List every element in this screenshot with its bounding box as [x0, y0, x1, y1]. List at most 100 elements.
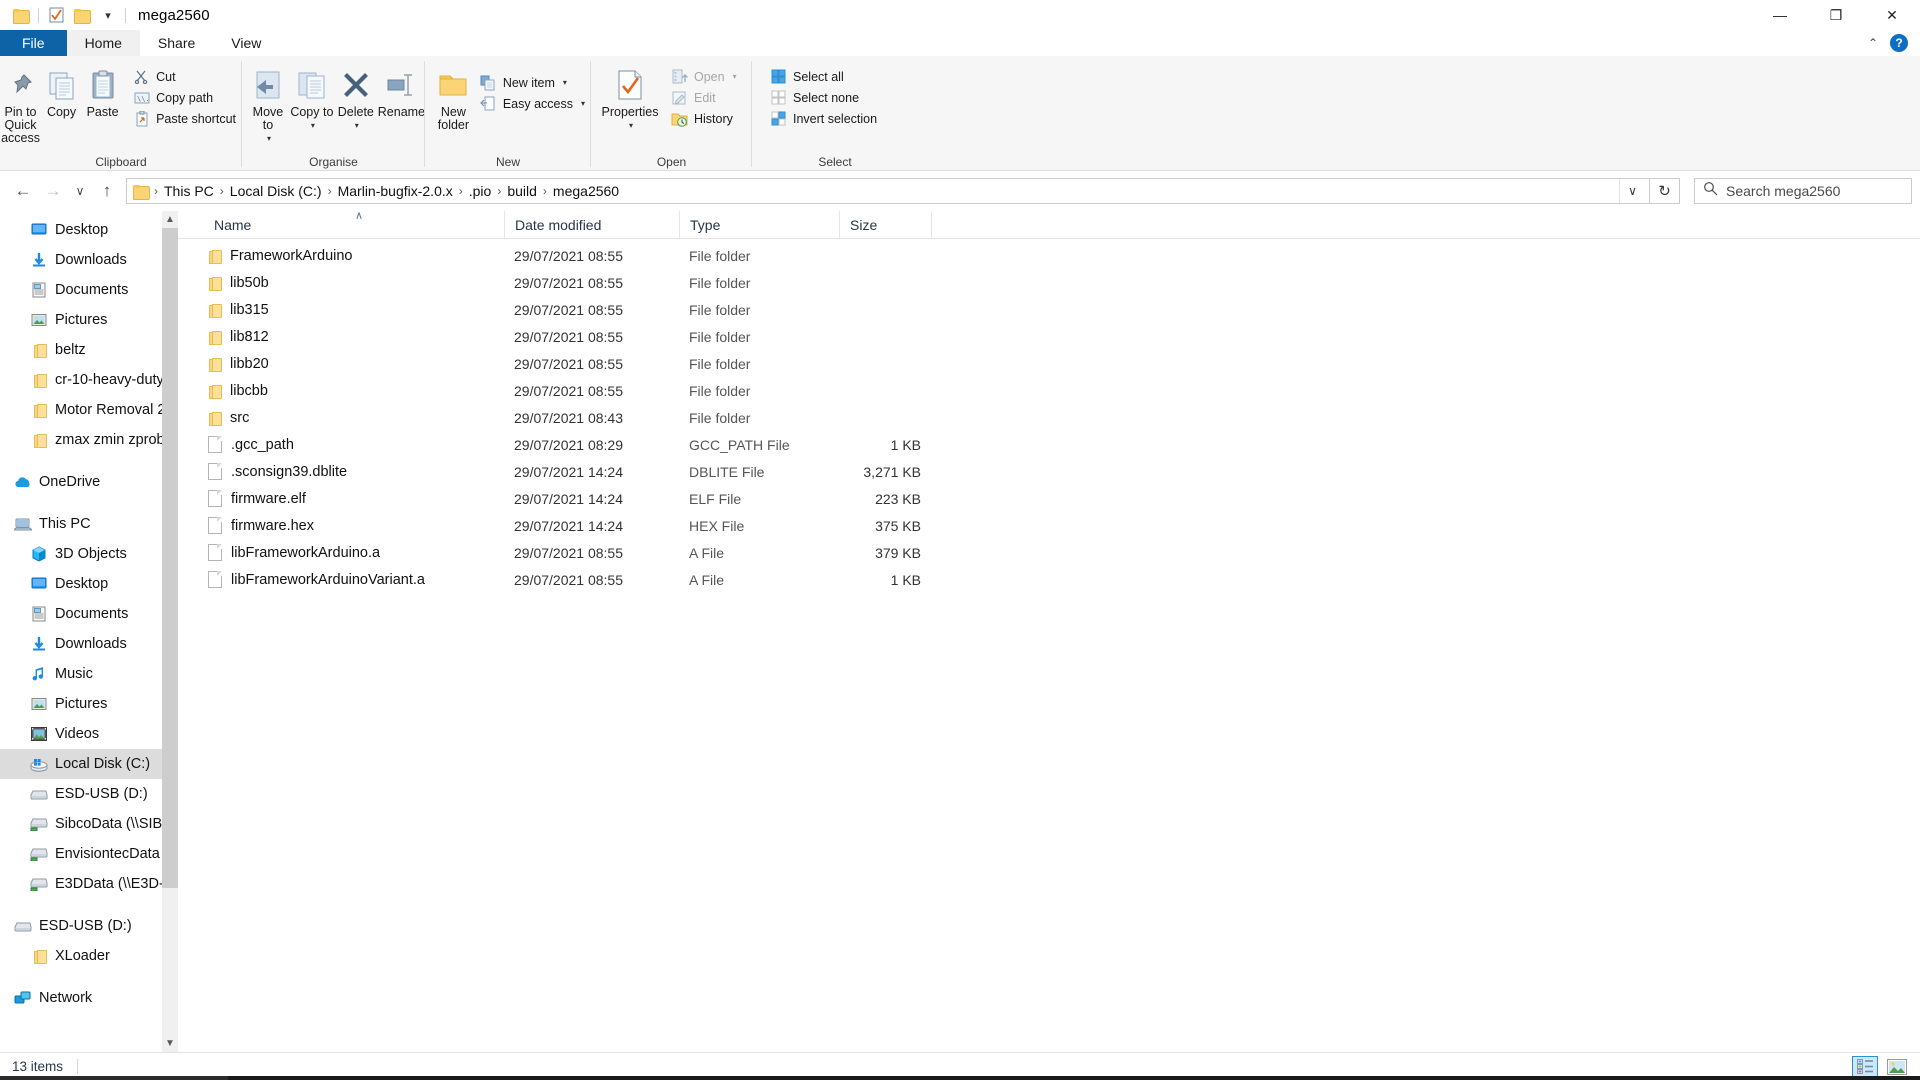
invert-selection-button[interactable]: Invert selection	[766, 108, 883, 129]
sidebar-item-documents[interactable]: Documents	[0, 275, 178, 305]
sidebar-item-xloader[interactable]: XLoader	[0, 941, 178, 971]
maximize-button[interactable]: ❐	[1808, 0, 1864, 30]
new-folder-button[interactable]: New folder	[435, 61, 472, 132]
column-header-date-modified[interactable]: Date modified	[504, 211, 679, 239]
copy-to-caret-icon[interactable]: ▾	[311, 119, 315, 132]
copy-to-button[interactable]: Copy to ▾	[290, 61, 334, 132]
column-header-name[interactable]: Name ∧	[204, 211, 504, 239]
breadcrumb-item[interactable]: This PC	[159, 183, 219, 199]
navigation-scrollbar[interactable]: ▲ ▼	[162, 211, 178, 1052]
large-icons-view-button[interactable]	[1884, 1056, 1910, 1078]
sidebar-item-pictures[interactable]: Pictures	[0, 305, 178, 335]
move-to-button[interactable]: Move to ▾	[246, 61, 290, 145]
sidebar-item-esd-usb-d[interactable]: ESD-USB (D:)	[0, 779, 178, 809]
pin-to-quick-access-button[interactable]: Pin to Quick access	[0, 61, 41, 145]
open-caret-icon[interactable]: ▾	[733, 72, 737, 81]
breadcrumb-bar[interactable]: › This PC › Local Disk (C:) › Marlin-bugfix-2…	[126, 178, 1650, 204]
sidebar-item-music[interactable]: Music	[0, 659, 178, 689]
sidebar-item-zmax-zmin-zprobe[interactable]: zmax zmin zprobe	[0, 425, 178, 455]
rename-button[interactable]: Rename	[378, 61, 425, 119]
forward-button[interactable]: →	[38, 176, 68, 206]
minimize-button[interactable]: —	[1752, 0, 1808, 30]
new-item-caret-icon[interactable]: ▾	[563, 78, 567, 87]
copy-path-button[interactable]: \\.. Copy path	[129, 87, 242, 108]
breadcrumb-item[interactable]: .pio	[464, 183, 497, 199]
collapse-ribbon-icon[interactable]: ⌃	[1868, 36, 1878, 50]
column-header-type[interactable]: Type	[679, 211, 839, 239]
table-row[interactable]: libb20 29/07/2021 08:55 File folder	[178, 350, 1920, 377]
sidebar-item-desktop[interactable]: Desktop	[0, 569, 178, 599]
sidebar-item-downloads[interactable]: Downloads	[0, 245, 178, 275]
table-row[interactable]: lib315 29/07/2021 08:55 File folder	[178, 296, 1920, 323]
delete-button[interactable]: Delete ▾	[334, 61, 378, 132]
sidebar-item-pictures[interactable]: Pictures	[0, 689, 178, 719]
sidebar-item-esd-usb-d[interactable]: ESD-USB (D:)	[0, 911, 178, 941]
search-box[interactable]: Search mega2560	[1694, 178, 1912, 204]
table-row[interactable]: firmware.hex 29/07/2021 14:24 HEX File 375 …	[178, 512, 1920, 539]
table-row[interactable]: libFrameworkArduinoVariant.a 29/07/2021 0…	[178, 566, 1920, 593]
table-row[interactable]: libcbb 29/07/2021 08:55 File folder	[178, 377, 1920, 404]
new-item-button[interactable]: New item ▾	[476, 72, 591, 93]
edit-button[interactable]: Edit	[667, 87, 743, 108]
sidebar-item-this-pc[interactable]: This PC	[0, 509, 178, 539]
scroll-up-icon[interactable]: ▲	[162, 211, 178, 228]
customize-qat-caret-icon[interactable]: ▾	[95, 2, 121, 28]
new-folder-icon[interactable]	[69, 2, 95, 28]
properties-check-icon[interactable]	[43, 2, 69, 28]
breadcrumb-item[interactable]: mega2560	[548, 183, 624, 199]
tab-share[interactable]: Share	[140, 30, 213, 56]
sidebar-item-network[interactable]: Network	[0, 983, 178, 1013]
sidebar-item-e3ddata-e3d[interactable]: E3DData (\\E3D-	[0, 869, 178, 899]
table-row[interactable]: libFrameworkArduino.a 29/07/2021 08:55 A F…	[178, 539, 1920, 566]
select-none-button[interactable]: Select none	[766, 87, 883, 108]
sidebar-item-desktop[interactable]: Desktop	[0, 215, 178, 245]
easy-access-button[interactable]: Easy access ▾	[476, 93, 591, 114]
history-button[interactable]: History	[667, 108, 743, 129]
help-icon[interactable]: ?	[1890, 34, 1908, 52]
select-all-button[interactable]: Select all	[766, 66, 883, 87]
up-button[interactable]: ↑	[92, 176, 122, 206]
details-view-button[interactable]	[1852, 1055, 1878, 1078]
open-button[interactable]: Open ▾	[667, 66, 743, 87]
paste-shortcut-button[interactable]: Paste shortcut	[129, 108, 242, 129]
move-to-caret-icon[interactable]: ▾	[267, 132, 271, 145]
paste-button[interactable]: Paste	[82, 61, 123, 119]
recent-locations-button[interactable]: ∨	[68, 176, 92, 206]
sidebar-item-3d-objects[interactable]: 3D Objects	[0, 539, 178, 569]
column-header-size[interactable]: Size	[839, 211, 931, 239]
table-row[interactable]: lib50b 29/07/2021 08:55 File folder	[178, 269, 1920, 296]
sidebar-item-motor-removal-2[interactable]: Motor Removal 2	[0, 395, 178, 425]
search-input[interactable]: Search mega2560	[1726, 183, 1840, 199]
copy-button[interactable]: Copy	[41, 61, 82, 119]
sidebar-item-local-disk-c[interactable]: Local Disk (C:)	[0, 749, 178, 779]
table-row[interactable]: FrameworkArduino 29/07/2021 08:55 File fol…	[178, 242, 1920, 269]
back-button[interactable]: ←	[8, 176, 38, 206]
breadcrumb-item[interactable]: Local Disk (C:)	[225, 183, 327, 199]
table-row[interactable]: lib812 29/07/2021 08:55 File folder	[178, 323, 1920, 350]
tab-file[interactable]: File	[0, 30, 67, 56]
sidebar-item-sibcodata-sib[interactable]: SibcoData (\\SIB	[0, 809, 178, 839]
address-dropdown-button[interactable]: ∨	[1619, 179, 1645, 203]
easy-access-caret-icon[interactable]: ▾	[581, 99, 585, 108]
sidebar-item-beltz[interactable]: beltz	[0, 335, 178, 365]
breadcrumb-item[interactable]: Marlin-bugfix-2.0.x	[333, 183, 458, 199]
delete-caret-icon[interactable]: ▾	[355, 119, 359, 132]
sidebar-item-envisiontecdata[interactable]: EnvisiontecData	[0, 839, 178, 869]
scrollbar-thumb[interactable]	[162, 228, 178, 888]
scroll-down-icon[interactable]: ▼	[162, 1035, 178, 1052]
sidebar-item-downloads[interactable]: Downloads	[0, 629, 178, 659]
cut-button[interactable]: Cut	[129, 66, 242, 87]
tab-view[interactable]: View	[213, 30, 279, 56]
breadcrumb-item[interactable]: build	[502, 183, 542, 199]
properties-caret-icon[interactable]: ▾	[629, 119, 633, 132]
sidebar-item-videos[interactable]: Videos	[0, 719, 178, 749]
table-row[interactable]: .sconsign39.dblite 29/07/2021 14:24 DBLITE…	[178, 458, 1920, 485]
table-row[interactable]: src 29/07/2021 08:43 File folder	[178, 404, 1920, 431]
properties-button[interactable]: Properties ▾	[599, 61, 661, 132]
table-row[interactable]: .gcc_path 29/07/2021 08:29 GCC_PATH File 1 …	[178, 431, 1920, 458]
close-button[interactable]: ✕	[1864, 0, 1920, 30]
sidebar-item-onedrive[interactable]: OneDrive	[0, 467, 178, 497]
refresh-button[interactable]: ↻	[1650, 178, 1680, 204]
table-row[interactable]: firmware.elf 29/07/2021 14:24 ELF File 223 …	[178, 485, 1920, 512]
sidebar-item-cr-10-heavy-duty[interactable]: cr-10-heavy-duty	[0, 365, 178, 395]
